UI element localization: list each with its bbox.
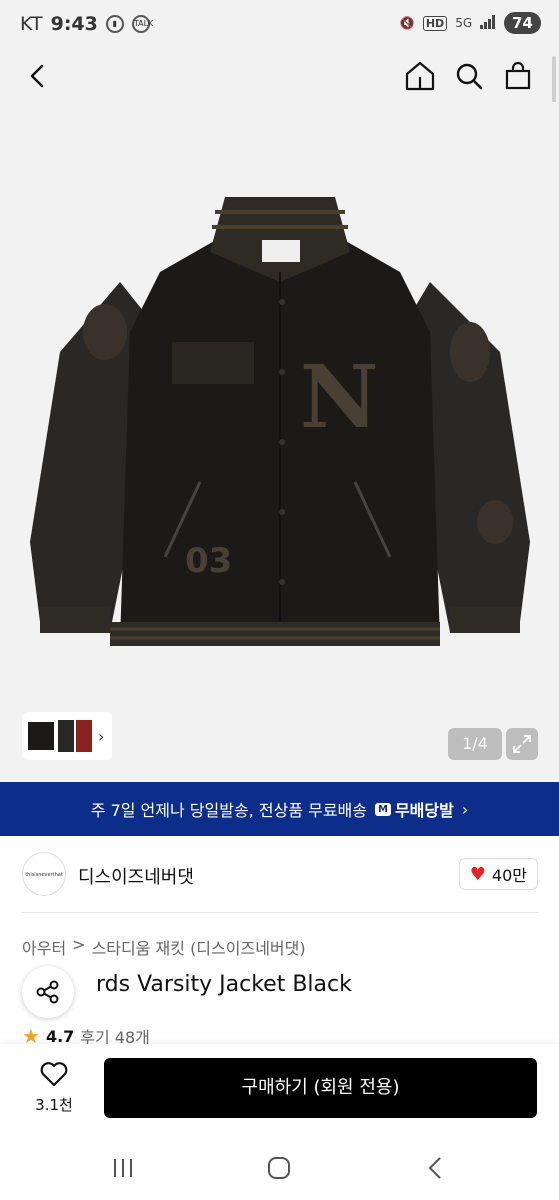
product-gallery[interactable]: N 03 › 1/4 — [0, 102, 559, 782]
system-home-button[interactable] — [265, 1154, 293, 1182]
banner-text: 주 7일 언제나 당일발송, 전상품 무료배송 — [90, 801, 367, 820]
system-nav-bar — [0, 1134, 559, 1200]
back-icon — [30, 64, 44, 88]
image-counter: 1/4 — [448, 728, 502, 760]
home-circle-icon — [268, 1157, 290, 1179]
brand-row[interactable]: thisisneverthat 디스이즈네버댓 ♥ 40만 — [22, 852, 538, 900]
notification-icon: ▮ — [105, 15, 124, 33]
breadcrumb: 아우터 > 스타디움 재킷 (디스이즈네버댓) — [22, 935, 306, 959]
delivery-truck-icon: M — [374, 802, 391, 816]
banner-tag: M 무배당발 — [374, 797, 454, 821]
clock: 9:43 — [50, 13, 98, 35]
top-nav — [0, 50, 559, 102]
brand-like-count: 40만 — [491, 866, 527, 885]
battery-badge: 74 — [504, 12, 541, 34]
signal-icon — [480, 14, 496, 32]
n-patch: N — [300, 347, 379, 448]
recent-apps-icon — [114, 1159, 132, 1177]
talk-icon: TALK — [131, 15, 153, 33]
thumbnail-chevron-icon: › — [98, 726, 105, 746]
system-back-icon — [428, 1157, 441, 1179]
brand-like-button[interactable]: ♥ 40만 — [458, 858, 538, 890]
carrier: KT — [20, 13, 43, 35]
share-icon — [36, 980, 59, 1004]
status-bar: KT 9:43 ▮ TALK 🔇 HD 5G 74 — [0, 0, 559, 50]
heart-icon: ♥ — [469, 863, 486, 885]
brand-logo: thisisneverthat — [22, 852, 66, 896]
hd-icon: HD — [422, 15, 448, 31]
banner-tag-label: 무배당발 — [394, 801, 454, 820]
thumbnail-images — [28, 720, 92, 752]
search-icon — [456, 63, 483, 90]
bag-icon — [505, 61, 531, 90]
back-button[interactable] — [20, 58, 56, 94]
heart-outline-icon — [40, 1062, 68, 1087]
breadcrumb-subcategory[interactable]: 스타디움 재킷 (디스이즈네버댓) — [92, 935, 306, 959]
brand-name[interactable]: 디스이즈네버댓 — [78, 863, 194, 889]
system-back-button[interactable] — [422, 1154, 450, 1182]
product-image: N 03 — [30, 197, 530, 646]
buy-button[interactable]: 구매하기 (회원 전용) — [104, 1058, 537, 1118]
mute-icon: 🔇 — [399, 16, 415, 30]
network-label: 5G — [455, 16, 473, 30]
share-button[interactable] — [22, 966, 74, 1018]
recent-apps-button[interactable] — [109, 1154, 137, 1182]
cart-button[interactable] — [500, 58, 536, 94]
rating-score: 4.7 — [45, 1026, 75, 1046]
status-left: KT 9:43 ▮ TALK — [20, 13, 153, 35]
search-button[interactable] — [451, 58, 487, 94]
home-button[interactable] — [402, 58, 438, 94]
thumbnail-strip[interactable]: › — [22, 712, 112, 760]
breadcrumb-category[interactable]: 아우터 — [22, 935, 66, 959]
status-right: 🔇 HD 5G 74 — [400, 12, 541, 34]
expand-button[interactable] — [506, 728, 538, 760]
banner-chevron-icon: › — [461, 799, 469, 819]
number-patch: 03 — [185, 541, 232, 581]
home-icon — [405, 61, 435, 91]
breadcrumb-separator: > — [72, 935, 86, 954]
delivery-banner[interactable]: 주 7일 언제나 당일발송, 전상품 무료배송 M 무배당발 › — [0, 782, 559, 836]
divider — [22, 912, 538, 913]
expand-icon — [513, 735, 531, 753]
wish-button[interactable]: 3.1천 — [22, 1060, 86, 1115]
product-title-text: rds Varsity Jacket Black — [96, 972, 352, 997]
wish-count: 3.1천 — [35, 1096, 73, 1114]
purchase-bar: 3.1천 구매하기 (회원 전용) — [0, 1044, 559, 1134]
